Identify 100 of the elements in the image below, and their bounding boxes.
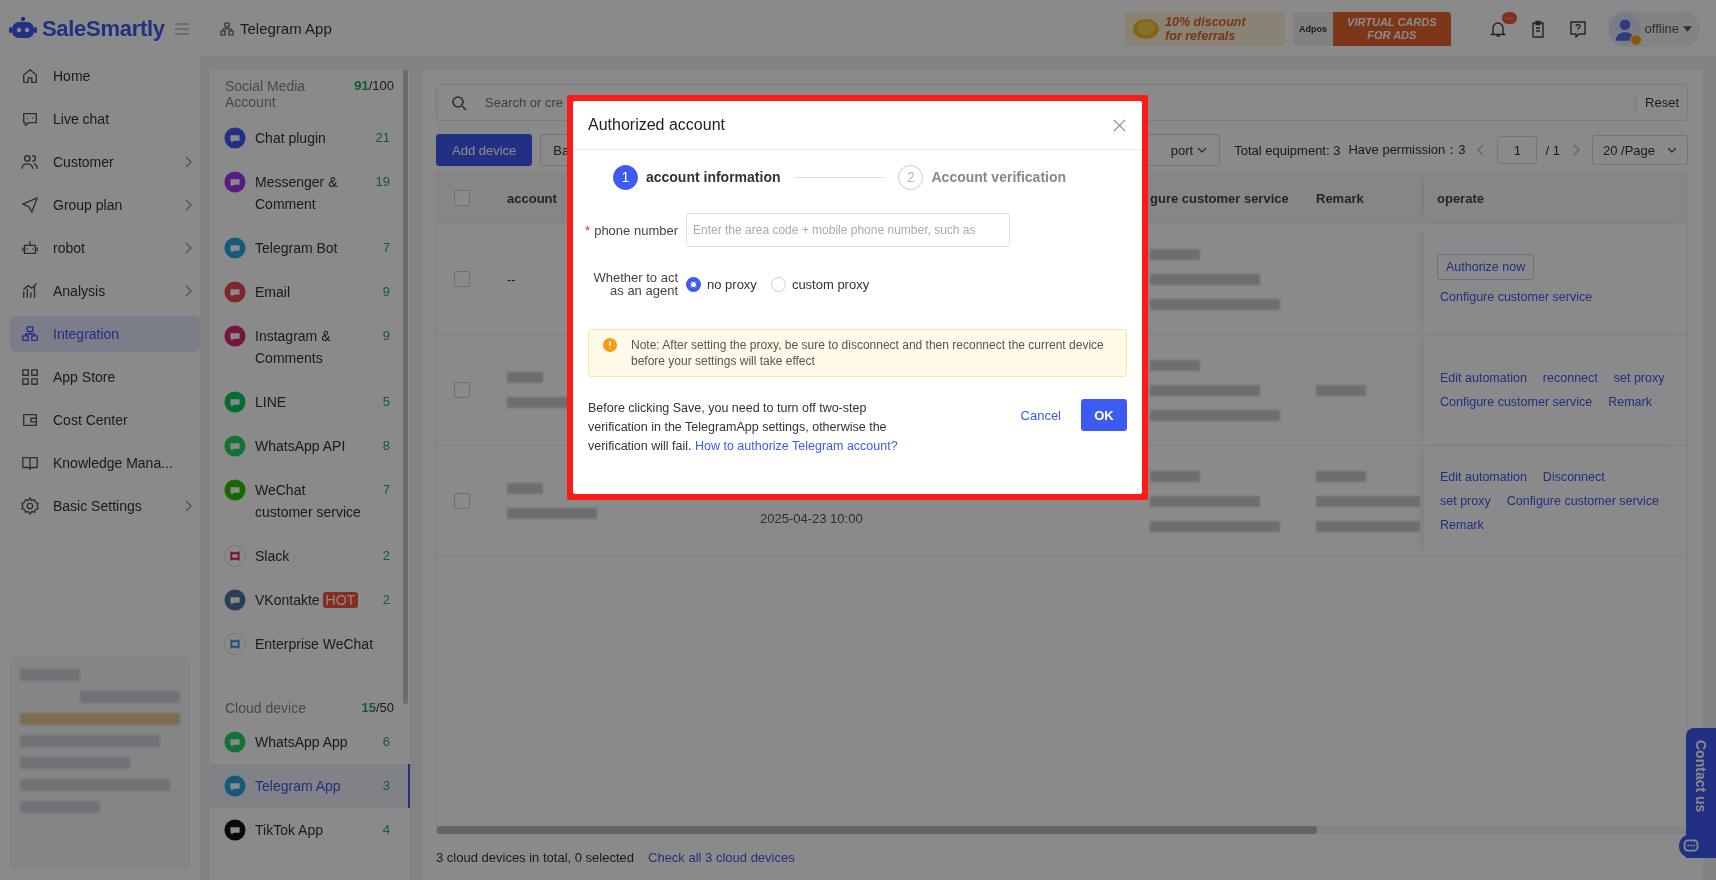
channel-item[interactable]: LINE 5 bbox=[210, 380, 410, 424]
nav-item[interactable]: Home bbox=[10, 58, 200, 94]
channel-item[interactable]: Messenger & Comment 19 bbox=[210, 160, 410, 226]
logo-text: SaleSmartly bbox=[42, 16, 165, 42]
nav-item[interactable]: Group plan bbox=[10, 187, 200, 223]
action-link[interactable]: Configure customer service bbox=[1440, 290, 1593, 304]
channel-group-title: Cloud device bbox=[225, 700, 307, 716]
action-link[interactable]: Disconnect bbox=[1542, 470, 1605, 484]
app-logo-icon bbox=[224, 391, 246, 413]
permission-count: Have permission：3 bbox=[1348, 141, 1466, 159]
phone-number-field[interactable]: Enter the area code + mobile phone number, such as bbox=[686, 213, 1010, 247]
app-logo-icon bbox=[224, 819, 246, 841]
close-icon[interactable] bbox=[1113, 118, 1126, 132]
action-link[interactable]: Remark bbox=[1608, 395, 1652, 409]
help-link[interactable]: How to authorize Telegram account? bbox=[695, 439, 898, 453]
nav-item[interactable]: Cost Center bbox=[10, 402, 200, 438]
warning-icon bbox=[603, 338, 617, 352]
select-all-checkbox[interactable] bbox=[454, 190, 470, 206]
page-title: Telegram App bbox=[240, 20, 332, 37]
referral-text: 10% discount for referrals bbox=[1165, 14, 1246, 43]
channel-used-count: 91 bbox=[354, 78, 369, 93]
channel-item[interactable]: TikTok App 4 bbox=[210, 808, 410, 852]
nav-item[interactable]: Live chat bbox=[10, 101, 200, 137]
channel-item[interactable]: Email 9 bbox=[210, 270, 410, 314]
step-label: Account verification bbox=[931, 169, 1067, 185]
home-icon bbox=[21, 67, 39, 85]
action-link[interactable]: Configure customer service bbox=[1506, 494, 1659, 508]
row-checkbox[interactable] bbox=[454, 271, 470, 287]
caret-icon bbox=[1197, 147, 1208, 153]
page-input[interactable]: 1 bbox=[1497, 136, 1538, 164]
previous-page-icon[interactable] bbox=[1477, 144, 1486, 156]
action-link[interactable]: Edit automation bbox=[1440, 371, 1527, 385]
channel-item[interactable]: VKontakte HOT 2 bbox=[210, 578, 410, 622]
channel-item[interactable]: WhatsApp API 8 bbox=[210, 424, 410, 468]
channel-limit: /50 bbox=[375, 700, 394, 715]
bell-icon[interactable] bbox=[1488, 19, 1507, 38]
contact-us-tab[interactable]: Contact us bbox=[1686, 728, 1716, 858]
hierarchy-icon bbox=[220, 21, 234, 36]
radio-option[interactable]: custom proxy bbox=[770, 276, 870, 292]
row-checkbox[interactable] bbox=[454, 382, 470, 398]
total-count: Total equipment: 3 bbox=[1234, 142, 1341, 158]
nav-item[interactable]: Analysis bbox=[10, 273, 200, 309]
app-logo-icon bbox=[224, 731, 246, 753]
app-logo-icon bbox=[224, 127, 246, 149]
channel-item[interactable]: Enterprise WeChat bbox=[210, 622, 410, 666]
action-link[interactable]: Edit automation bbox=[1440, 470, 1527, 484]
nav-item[interactable]: Customer bbox=[10, 144, 200, 180]
warning-text: Note: After setting the proxy, be sure to disconnect and then reconnect the current device before your settings will take effect bbox=[631, 337, 1105, 369]
channel-item[interactable]: Chat plugin 21 bbox=[210, 116, 410, 160]
help-icon[interactable] bbox=[1568, 19, 1587, 38]
instruction-text: Before clicking Save, you need to turn off two-step verification in the TelegramApp settings, otherwise the verification will fail. How to authorize Telegram account? bbox=[588, 400, 899, 455]
channel-item[interactable]: WeChat customer service 7 bbox=[210, 468, 410, 534]
column-header: gure customer service bbox=[1150, 190, 1289, 206]
chevron-right-icon bbox=[184, 156, 192, 168]
required-mark: * bbox=[585, 222, 591, 238]
channel-used-count: 15 bbox=[361, 700, 376, 715]
nav-item[interactable]: App Store bbox=[10, 359, 200, 395]
action-link[interactable]: Remark bbox=[1440, 518, 1484, 532]
chevron-right-icon bbox=[184, 242, 192, 254]
hierarchy-icon bbox=[21, 325, 39, 343]
channel-item[interactable]: Slack 2 bbox=[210, 534, 410, 578]
users-icon bbox=[21, 153, 39, 171]
radio-option[interactable]: no proxy bbox=[686, 276, 757, 292]
channel-item[interactable]: Instagram & Comments 9 bbox=[210, 314, 410, 380]
user-menu[interactable]: offline bbox=[1606, 10, 1700, 47]
next-page-icon[interactable] bbox=[1571, 144, 1580, 156]
nav-item[interactable]: Basic Settings bbox=[10, 488, 200, 524]
channel-item[interactable]: WhatsApp App 6 bbox=[210, 720, 410, 764]
channel-group-title: Social Media Account bbox=[225, 78, 307, 110]
app-logo-icon bbox=[224, 171, 246, 193]
action-link[interactable]: set proxy bbox=[1613, 371, 1665, 385]
app-logo-icon bbox=[224, 633, 246, 655]
chevron-right-icon bbox=[184, 199, 192, 211]
reset-button[interactable]: Reset bbox=[1635, 92, 1679, 113]
caret-icon bbox=[1683, 25, 1692, 32]
book-icon bbox=[21, 454, 39, 472]
authorize-button[interactable]: Authorize now bbox=[1437, 254, 1535, 280]
channel-item[interactable]: Telegram Bot 7 bbox=[210, 226, 410, 270]
nav-item[interactable]: robot bbox=[10, 230, 200, 266]
action-link[interactable]: Configure customer service bbox=[1440, 395, 1593, 409]
add-device-button[interactable]: Add device bbox=[436, 134, 533, 166]
check-all-link[interactable]: Check all 3 cloud devices bbox=[648, 849, 795, 865]
action-link[interactable]: set proxy bbox=[1440, 494, 1491, 508]
scrollbar-thumb[interactable] bbox=[437, 826, 1317, 834]
caret-icon bbox=[1667, 147, 1677, 153]
nav-item[interactable]: Knowledge Mana... bbox=[10, 445, 200, 481]
app-logo-icon bbox=[224, 237, 246, 259]
page-size-select[interactable]: 20 /Page bbox=[1591, 135, 1688, 165]
nav-item[interactable]: Integration bbox=[10, 316, 200, 352]
date-cell: 2025-04-23 10:00 bbox=[760, 511, 863, 526]
app-logo-icon bbox=[224, 775, 246, 797]
chat-icon bbox=[21, 110, 39, 128]
cancel-button[interactable]: Cancel bbox=[1012, 399, 1069, 431]
scrollbar-thumb[interactable] bbox=[403, 70, 408, 704]
ok-button[interactable]: OK bbox=[1081, 399, 1127, 431]
channel-item[interactable]: Telegram App 3 bbox=[210, 764, 410, 808]
paper-plane-icon bbox=[21, 196, 39, 214]
row-checkbox[interactable] bbox=[454, 493, 470, 509]
menu-icon[interactable] bbox=[174, 23, 189, 35]
action-link[interactable]: reconnect bbox=[1542, 371, 1598, 385]
